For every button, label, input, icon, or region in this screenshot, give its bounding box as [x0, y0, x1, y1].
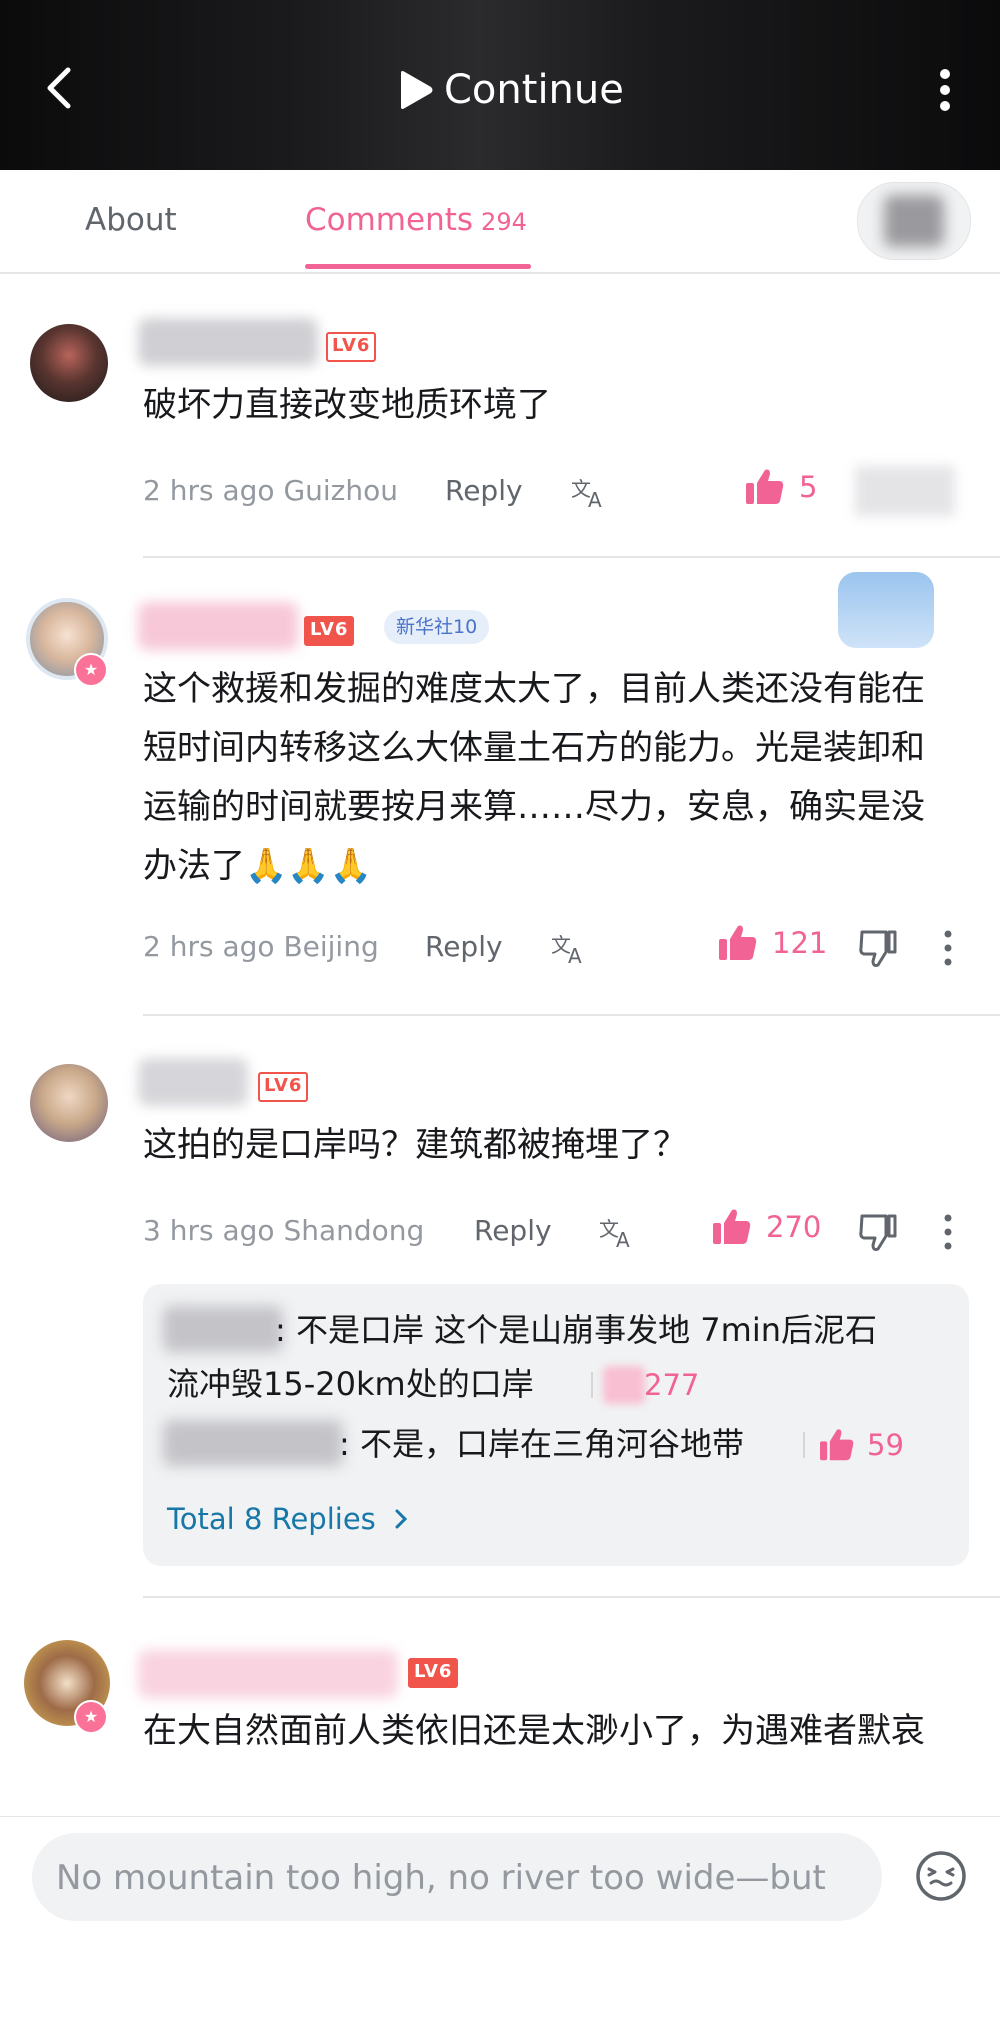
reply-divider — [591, 1372, 593, 1398]
blurred-thumbnail — [884, 195, 944, 247]
translate-icon[interactable]: 文A — [550, 930, 590, 966]
username-blurred[interactable] — [138, 1650, 398, 1698]
blurred-action — [855, 466, 955, 516]
tab-bar: About Comments 294 — [0, 170, 1000, 274]
level-badge: LV6 — [408, 1658, 459, 1688]
thumbs-up-icon — [719, 925, 757, 960]
thumbs-down-icon[interactable] — [858, 928, 898, 968]
comment-text: 破坏力直接改变地质环境了 — [143, 385, 551, 425]
level-badge: LV6 — [258, 1072, 309, 1102]
comment-meta: 3 hrs ago Shandong — [143, 1214, 424, 1247]
media-badge: 新华社10 — [384, 610, 490, 644]
reply-like-button[interactable]: 59 — [819, 1428, 904, 1462]
comment-input-container[interactable] — [32, 1833, 882, 1923]
reply-button[interactable]: Reply — [474, 1214, 552, 1247]
thumbs-up-icon — [746, 469, 784, 504]
tab-comments[interactable]: Comments 294 — [305, 202, 527, 238]
more-icon[interactable] — [942, 1212, 954, 1252]
total-replies-link[interactable]: Total 8 Replies — [167, 1502, 412, 1536]
vip-badge-icon: ★ — [74, 653, 108, 687]
level-badge: LV6 — [304, 616, 355, 646]
comment-text: 在大自然面前人类依旧还是太渺小了，为遇难者默哀 — [143, 1711, 925, 1751]
thumbs-up-icon — [713, 1209, 751, 1244]
tab-about[interactable]: About — [85, 202, 177, 238]
username-blurred[interactable] — [138, 1058, 248, 1106]
emoji-icon[interactable] — [914, 1849, 968, 1903]
tab-action-pill[interactable] — [857, 182, 971, 260]
chevron-right-icon — [395, 1509, 407, 1529]
comment-text: 这个救援和发掘的难度太大了，目前人类还没有能在短时间内转移这么大体量土石方的能力… — [143, 669, 925, 886]
like-button[interactable]: 5 — [745, 468, 817, 506]
tab-comments-label: Comments — [305, 202, 474, 238]
comment-divider — [143, 556, 1000, 558]
play-icon — [401, 71, 433, 109]
comment-location: Beijing — [283, 930, 379, 963]
reply-like-count: 277 — [644, 1368, 700, 1402]
comment-meta: 2 hrs ago Beijing — [143, 930, 379, 963]
decoration-sticker — [838, 572, 934, 648]
avatar[interactable] — [30, 324, 108, 402]
continue-button[interactable]: Continue — [398, 60, 624, 120]
comment-divider — [143, 1596, 1000, 1598]
level-badge: LV6 — [326, 332, 377, 362]
total-replies-label: Total 8 Replies — [167, 1502, 376, 1536]
reply-button[interactable]: Reply — [425, 930, 503, 963]
reply-username-blurred[interactable] — [163, 1420, 343, 1466]
reply-text-line1: : 不是口岸 这个是山崩事发地 7min后泥石 — [275, 1311, 878, 1349]
like-count: 270 — [766, 1210, 822, 1244]
reply-text: : 不是，口岸在三角河谷地带 — [339, 1425, 744, 1463]
vip-badge-icon: ★ — [74, 1700, 108, 1734]
reply-button[interactable]: Reply — [445, 474, 523, 507]
comment-time: 2 hrs ago — [143, 474, 275, 507]
like-count: 121 — [772, 926, 828, 960]
avatar[interactable] — [30, 1064, 108, 1142]
reply-like-blurred[interactable] — [603, 1366, 645, 1404]
video-header: Continue — [0, 0, 1000, 170]
comment-divider — [143, 1014, 1000, 1016]
comment-input-bar — [0, 1816, 1000, 2025]
like-count: 5 — [799, 470, 818, 504]
username-blurred[interactable] — [138, 602, 298, 650]
svg-text:A: A — [588, 488, 602, 510]
comment-meta: 2 hrs ago Guizhou — [143, 474, 398, 507]
svg-text:A: A — [616, 1228, 630, 1250]
reply-username-blurred[interactable] — [163, 1306, 283, 1352]
comment-time: 2 hrs ago — [143, 930, 275, 963]
more-options-icon[interactable] — [930, 66, 960, 114]
comment-time: 3 hrs ago — [143, 1214, 275, 1247]
reply-divider — [803, 1432, 805, 1458]
like-button[interactable]: 270 — [712, 1208, 821, 1246]
reply-like-count: 59 — [867, 1428, 904, 1462]
like-button[interactable]: 121 — [718, 924, 827, 962]
comment-location: Shandong — [283, 1214, 425, 1247]
comment-text: 这拍的是口岸吗？建筑都被掩埋了？ — [143, 1125, 687, 1165]
comments-count: 294 — [481, 208, 527, 236]
active-tab-indicator — [305, 264, 531, 269]
svg-text:A: A — [568, 944, 582, 966]
comment-input[interactable] — [54, 1833, 868, 1923]
more-icon[interactable] — [942, 928, 954, 968]
thumbs-up-icon — [820, 1429, 854, 1461]
back-icon[interactable] — [38, 66, 82, 110]
username-blurred[interactable] — [138, 318, 318, 366]
continue-label: Continue — [444, 67, 624, 113]
translate-icon[interactable]: 文A — [598, 1214, 638, 1250]
comment-location: Guizhou — [283, 474, 398, 507]
reply-text-line2: 流冲毁15-20km处的口岸 — [167, 1365, 534, 1403]
translate-icon[interactable]: 文A — [570, 474, 610, 510]
thumbs-down-icon[interactable] — [858, 1212, 898, 1252]
replies-preview[interactable]: : 不是口岸 这个是山崩事发地 7min后泥石 流冲毁15-20km处的口岸 2… — [143, 1284, 969, 1566]
